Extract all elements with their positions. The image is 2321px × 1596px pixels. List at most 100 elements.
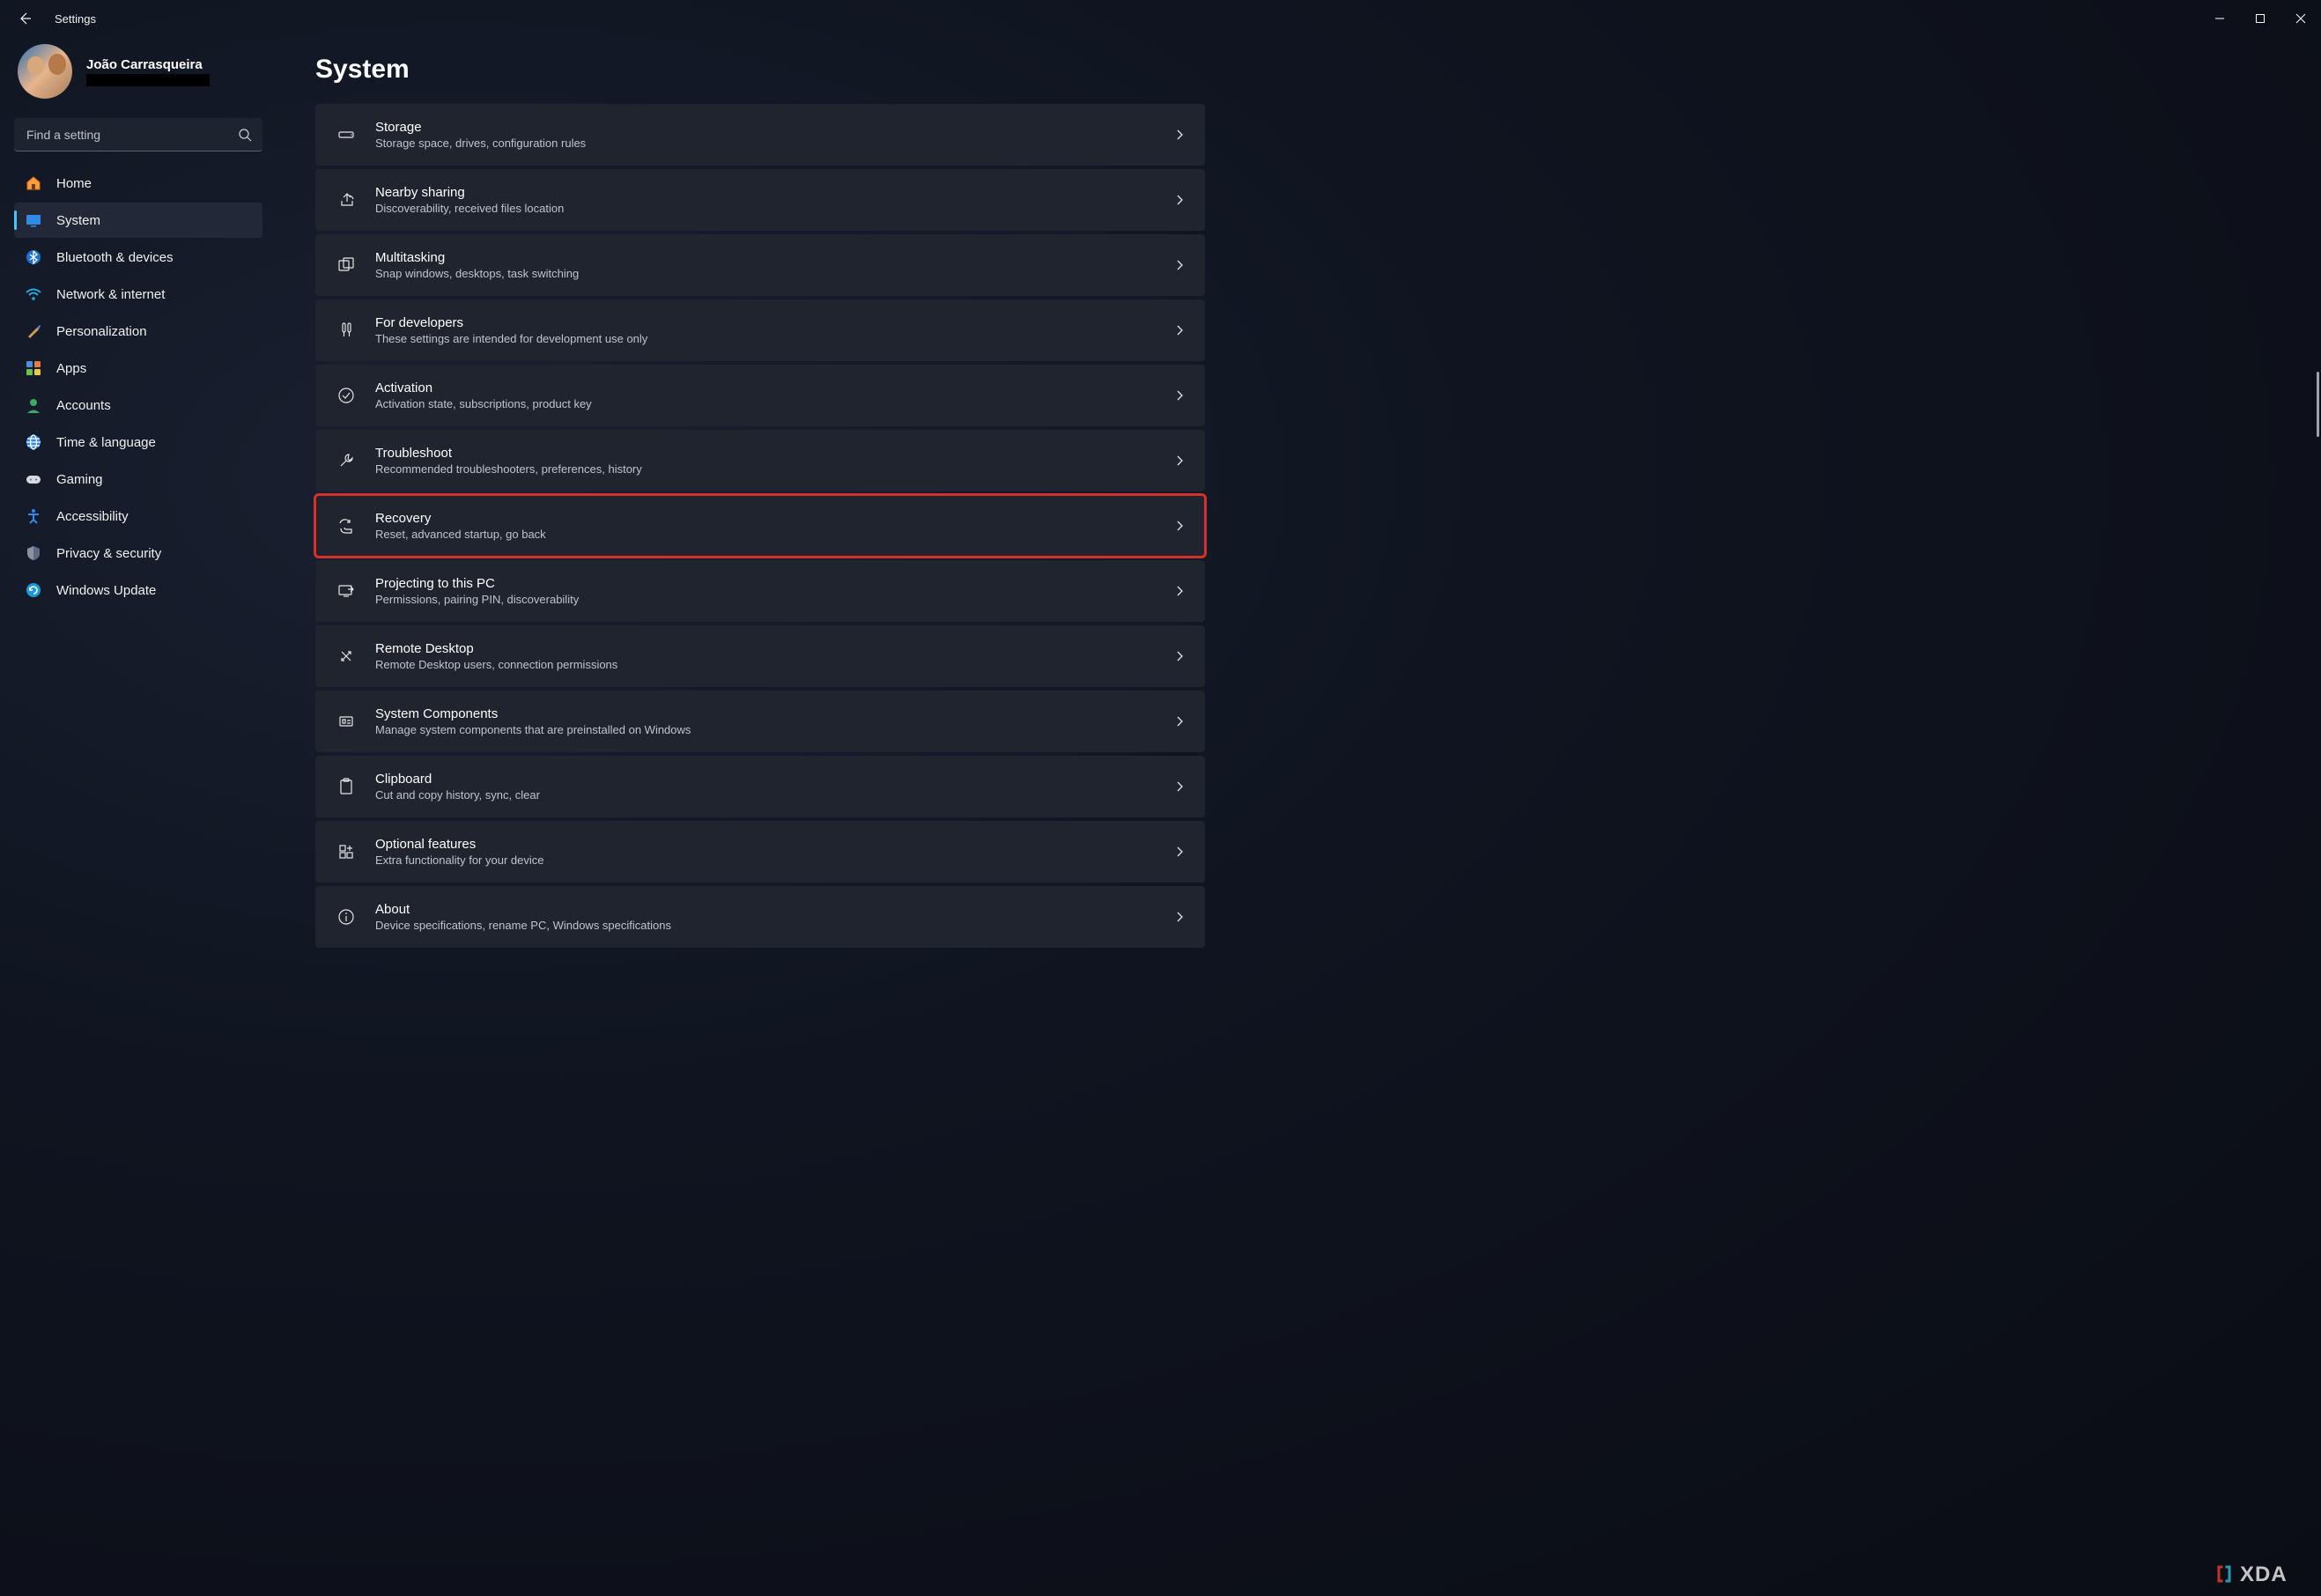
chevron-right-icon <box>1173 715 1186 728</box>
chevron-right-icon <box>1173 324 1186 336</box>
accessibility-icon <box>25 507 42 525</box>
chevron-right-icon <box>1173 259 1186 271</box>
card-subtitle: These settings are intended for developm… <box>375 332 647 345</box>
storage-icon <box>329 125 363 144</box>
scrollbar-thumb[interactable] <box>2317 372 2319 437</box>
card-clipboard[interactable]: Clipboard Cut and copy history, sync, cl… <box>315 756 1205 817</box>
card-title: For developers <box>375 315 647 330</box>
nav-item-label: Accessibility <box>56 509 129 524</box>
card-subtitle: Discoverability, received files location <box>375 202 564 215</box>
titlebar: Settings <box>0 0 2321 37</box>
minimize-button[interactable] <box>2199 2 2240 35</box>
nav-item-home[interactable]: Home <box>14 166 262 201</box>
activation-icon <box>329 386 363 405</box>
nav-item-label: System <box>56 213 100 228</box>
nav-item-network-internet[interactable]: Network & internet <box>14 277 262 312</box>
nav-item-label: Privacy & security <box>56 546 161 561</box>
window-title: Settings <box>55 12 96 26</box>
card-troubleshoot[interactable]: Troubleshoot Recommended troubleshooters… <box>315 430 1205 491</box>
xda-watermark: XDA <box>2214 1563 2305 1585</box>
privacy-icon <box>25 544 42 562</box>
developer-icon <box>329 321 363 340</box>
nav-item-accessibility[interactable]: Accessibility <box>14 499 262 534</box>
nav-item-label: Gaming <box>56 472 103 487</box>
card-about[interactable]: About Device specifications, rename PC, … <box>315 886 1205 948</box>
card-title: Activation <box>375 381 592 395</box>
chevron-right-icon <box>1173 194 1186 206</box>
nav-item-label: Bluetooth & devices <box>56 250 174 265</box>
card-subtitle: Snap windows, desktops, task switching <box>375 267 579 280</box>
card-subtitle: Permissions, pairing PIN, discoverabilit… <box>375 593 579 606</box>
remote-icon <box>329 647 363 666</box>
card-nearby-sharing[interactable]: Nearby sharing Discoverability, received… <box>315 169 1205 231</box>
nav-item-gaming[interactable]: Gaming <box>14 462 262 497</box>
card-system-components[interactable]: System Components Manage system componen… <box>315 691 1205 752</box>
card-for-developers[interactable]: For developers These settings are intend… <box>315 299 1205 361</box>
card-title: Multitasking <box>375 250 579 265</box>
apps-icon <box>25 359 42 377</box>
recovery-icon <box>329 516 363 536</box>
account-icon <box>25 396 42 414</box>
card-title: Projecting to this PC <box>375 576 579 591</box>
share-icon <box>329 190 363 210</box>
nav-item-time-language[interactable]: Time & language <box>14 425 262 460</box>
card-optional-features[interactable]: Optional features Extra functionality fo… <box>315 821 1205 883</box>
card-storage[interactable]: Storage Storage space, drives, configura… <box>315 104 1205 166</box>
project-icon <box>329 581 363 601</box>
nav-item-privacy-security[interactable]: Privacy & security <box>14 536 262 571</box>
optional-icon <box>329 842 363 861</box>
nav-item-label: Windows Update <box>56 583 156 598</box>
card-title: About <box>375 902 671 917</box>
card-recovery[interactable]: Recovery Reset, advanced startup, go bac… <box>315 495 1205 557</box>
card-activation[interactable]: Activation Activation state, subscriptio… <box>315 365 1205 426</box>
main-content: System Storage Storage space, drives, co… <box>277 37 2321 1596</box>
gaming-icon <box>25 470 42 488</box>
search-box[interactable] <box>14 118 262 151</box>
nav-item-label: Time & language <box>56 435 156 450</box>
card-subtitle: Reset, advanced startup, go back <box>375 528 546 541</box>
chevron-right-icon <box>1173 650 1186 662</box>
chevron-right-icon <box>1173 846 1186 858</box>
profile-block[interactable]: João Carrasqueira <box>14 44 262 115</box>
profile-name: João Carrasqueira <box>86 57 210 72</box>
back-button[interactable] <box>16 10 33 27</box>
nav-item-apps[interactable]: Apps <box>14 351 262 386</box>
system-icon <box>25 211 42 229</box>
sidebar: João Carrasqueira Home System Bluetooth & … <box>0 37 277 1596</box>
profile-email-redacted <box>86 74 210 86</box>
svg-text:XDA: XDA <box>2240 1563 2288 1585</box>
components-icon <box>329 712 363 731</box>
nav-item-accounts[interactable]: Accounts <box>14 388 262 423</box>
nav-item-label: Home <box>56 176 92 191</box>
card-subtitle: Storage space, drives, configuration rul… <box>375 137 586 150</box>
maximize-button[interactable] <box>2240 2 2280 35</box>
nav-list: Home System Bluetooth & devices Network & i… <box>14 166 262 608</box>
multitask-icon <box>329 255 363 275</box>
card-multitasking[interactable]: Multitasking Snap windows, desktops, tas… <box>315 234 1205 296</box>
search-input[interactable] <box>14 118 262 151</box>
close-button[interactable] <box>2280 2 2321 35</box>
card-subtitle: Extra functionality for your device <box>375 853 543 867</box>
card-projecting-to-this-pc[interactable]: Projecting to this PC Permissions, pairi… <box>315 560 1205 622</box>
nav-item-windows-update[interactable]: Windows Update <box>14 573 262 608</box>
avatar <box>18 44 72 99</box>
chevron-right-icon <box>1173 520 1186 532</box>
chevron-right-icon <box>1173 585 1186 597</box>
troubleshoot-icon <box>329 451 363 470</box>
card-subtitle: Activation state, subscriptions, product… <box>375 397 592 410</box>
update-icon <box>25 581 42 599</box>
card-subtitle: Device specifications, rename PC, Window… <box>375 919 671 932</box>
nav-item-system[interactable]: System <box>14 203 262 238</box>
chevron-right-icon <box>1173 911 1186 923</box>
globe-icon <box>25 433 42 451</box>
wifi-icon <box>25 285 42 303</box>
nav-item-bluetooth-devices[interactable]: Bluetooth & devices <box>14 240 262 275</box>
nav-item-label: Apps <box>56 361 86 376</box>
card-remote-desktop[interactable]: Remote Desktop Remote Desktop users, con… <box>315 625 1205 687</box>
nav-item-label: Accounts <box>56 398 111 413</box>
card-title: Optional features <box>375 837 543 852</box>
card-title: System Components <box>375 706 691 721</box>
search-icon <box>238 128 252 142</box>
chevron-right-icon <box>1173 780 1186 793</box>
nav-item-personalization[interactable]: Personalization <box>14 314 262 349</box>
